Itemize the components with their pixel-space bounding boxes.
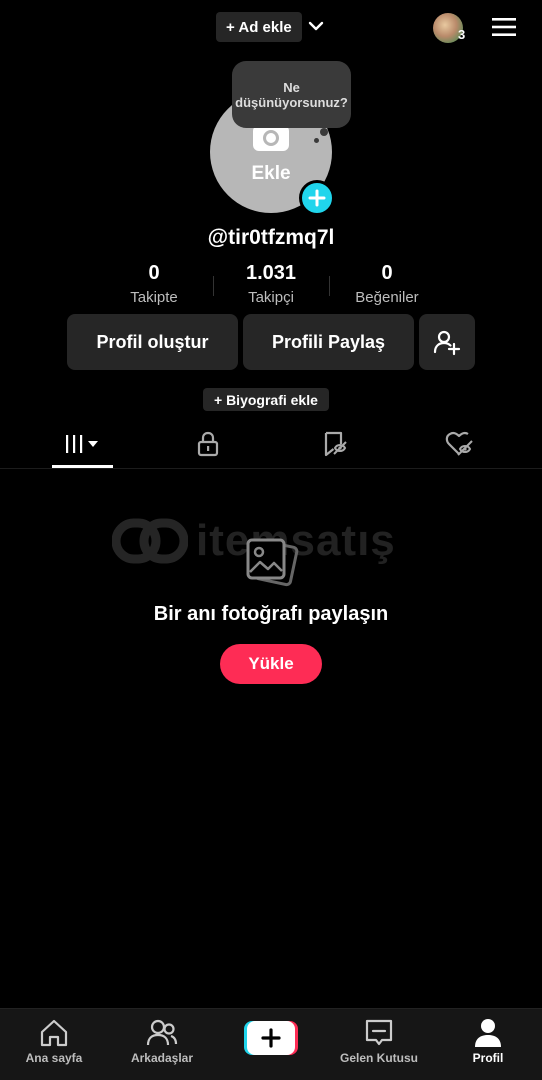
bottom-nav: Ana sayfa Arkadaşlar Gelen Kutusu Profil bbox=[0, 1008, 542, 1080]
home-icon bbox=[40, 1019, 68, 1047]
grid-icon bbox=[66, 435, 98, 453]
stat-value: 0 bbox=[148, 262, 160, 284]
nav-label: Profil bbox=[472, 1051, 504, 1065]
upload-button[interactable]: Yükle bbox=[220, 644, 322, 684]
tab-saved[interactable] bbox=[305, 424, 365, 464]
chevron-down-icon[interactable] bbox=[306, 16, 326, 36]
tab-private[interactable] bbox=[178, 424, 238, 464]
tabs-divider bbox=[0, 468, 542, 469]
share-profile-button[interactable]: Profili Paylaş bbox=[243, 314, 414, 370]
inbox-icon bbox=[365, 1019, 393, 1046]
friends-icon bbox=[146, 1019, 178, 1046]
add-user-icon bbox=[433, 330, 461, 356]
stat-label: Beğeniler bbox=[355, 289, 419, 306]
stat-value: 0 bbox=[381, 262, 393, 284]
top-bar: + Ad ekle 3 bbox=[0, 0, 542, 56]
plus-icon bbox=[308, 189, 326, 207]
stat-following[interactable]: 0 Takipte bbox=[94, 262, 214, 306]
bubble-tail bbox=[314, 138, 319, 143]
stat-likes[interactable]: 0 Beğeniler bbox=[327, 262, 447, 306]
nav-inbox[interactable]: Gelen Kutusu bbox=[334, 1009, 424, 1080]
liked-icon bbox=[445, 431, 473, 456]
nav-friends[interactable]: Arkadaşlar bbox=[122, 1009, 202, 1080]
nav-profile[interactable]: Profil bbox=[448, 1009, 528, 1080]
photo-icon bbox=[246, 538, 299, 587]
stat-label: Takipte bbox=[130, 289, 178, 306]
nav-label: Ana sayfa bbox=[25, 1051, 83, 1065]
nav-label: Arkadaşlar bbox=[130, 1051, 194, 1065]
watermark-logo-icon bbox=[112, 518, 188, 564]
thought-bubble-text: Ne düşünüyorsunuz? bbox=[235, 79, 348, 110]
nav-home[interactable]: Ana sayfa bbox=[14, 1009, 94, 1080]
bubble-tail bbox=[320, 128, 328, 136]
profile-icon bbox=[475, 1019, 501, 1047]
bookmark-icon bbox=[324, 431, 347, 457]
tab-liked[interactable] bbox=[430, 424, 490, 464]
empty-state-title: Bir anı fotoğrafı paylaşın bbox=[153, 603, 389, 625]
username: @tir0tfzmq7l bbox=[207, 226, 335, 249]
menu-icon[interactable] bbox=[490, 16, 518, 38]
nav-label: Gelen Kutusu bbox=[339, 1051, 418, 1065]
notification-count: 3 bbox=[458, 27, 466, 42]
create-button[interactable] bbox=[244, 1021, 298, 1055]
add-friend-button[interactable] bbox=[419, 314, 475, 370]
add-name-button[interactable]: + Ad ekle bbox=[216, 12, 302, 42]
stat-value: 1.031 bbox=[245, 262, 297, 284]
stat-followers[interactable]: 1.031 Takipçi bbox=[211, 262, 331, 306]
stat-label: Takipçi bbox=[248, 289, 294, 306]
thought-bubble[interactable]: Ne düşünüyorsunuz? bbox=[232, 61, 351, 128]
tab-videos[interactable] bbox=[52, 424, 112, 464]
lock-icon bbox=[197, 431, 219, 457]
add-photo-button[interactable] bbox=[299, 180, 335, 216]
edit-profile-button[interactable]: Profil oluştur bbox=[67, 314, 238, 370]
add-bio-button[interactable]: + Biyografi ekle bbox=[203, 388, 329, 411]
